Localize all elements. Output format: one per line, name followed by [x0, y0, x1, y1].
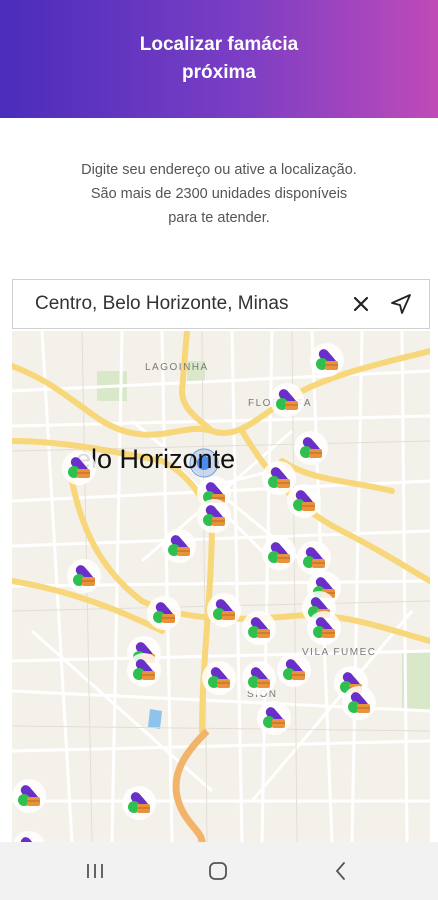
pharmacy-pill-icon[interactable]	[147, 596, 181, 630]
header: Localizar famácia próxima	[0, 0, 438, 118]
pharmacy-pill-icon[interactable]	[262, 536, 296, 570]
pharmacy-map[interactable]: LAGOINHA FLORESTA VILA FUMEC SION elo Ho…	[12, 331, 430, 842]
navigation-arrow-icon[interactable]	[389, 292, 413, 316]
pharmacy-pill-icon[interactable]	[294, 431, 328, 465]
close-icon[interactable]	[349, 292, 373, 316]
home-icon[interactable]	[203, 856, 233, 886]
neighborhood-label: LAGOINHA	[145, 362, 209, 373]
recent-apps-icon[interactable]	[80, 856, 110, 886]
pharmacy-pill-icon[interactable]	[162, 529, 196, 563]
pharmacy-pill-icon[interactable]	[242, 611, 276, 645]
pharmacy-pill-icon[interactable]	[257, 701, 291, 735]
intro-line-2: São mais de 2300 unidades disponíveis	[90, 186, 348, 202]
city-label: elo Horizonte	[76, 444, 236, 474]
neighborhood-label: VILA FUMEC	[302, 647, 377, 658]
pharmacy-pill-icon[interactable]	[122, 786, 156, 820]
pharmacy-pill-icon[interactable]	[202, 661, 236, 695]
intro-text: Digite seu endereço ou ative a localizaç…	[40, 158, 398, 230]
intro-line-1: Digite seu endereço ou ative a localizaç…	[81, 162, 357, 178]
page-title: Localizar famácia próxima	[139, 34, 299, 83]
pharmacy-pill-icon[interactable]	[127, 653, 161, 687]
pharmacy-pill-icon[interactable]	[307, 611, 341, 645]
pharmacy-pill-icon[interactable]	[310, 343, 344, 377]
pharmacy-pill-icon[interactable]	[342, 686, 376, 720]
pharmacy-pill-icon[interactable]	[270, 383, 304, 417]
intro-line-3: para te atender.	[168, 210, 270, 226]
pharmacy-pill-icon[interactable]	[262, 461, 296, 495]
address-search-bar	[12, 279, 430, 329]
pharmacy-pill-icon[interactable]	[197, 499, 231, 533]
pharmacy-pill-icon[interactable]	[277, 653, 311, 687]
pharmacy-pill-icon[interactable]	[62, 451, 96, 485]
pharmacy-pill-icon[interactable]	[207, 593, 241, 627]
pharmacy-pill-icon[interactable]	[297, 541, 331, 575]
address-input[interactable]	[35, 293, 345, 315]
pharmacy-pill-icon[interactable]	[242, 661, 276, 695]
pharmacy-pill-icon[interactable]	[12, 779, 46, 813]
back-icon[interactable]	[326, 856, 356, 886]
pharmacy-pill-icon[interactable]	[67, 559, 101, 593]
system-navigation-bar	[0, 842, 438, 900]
